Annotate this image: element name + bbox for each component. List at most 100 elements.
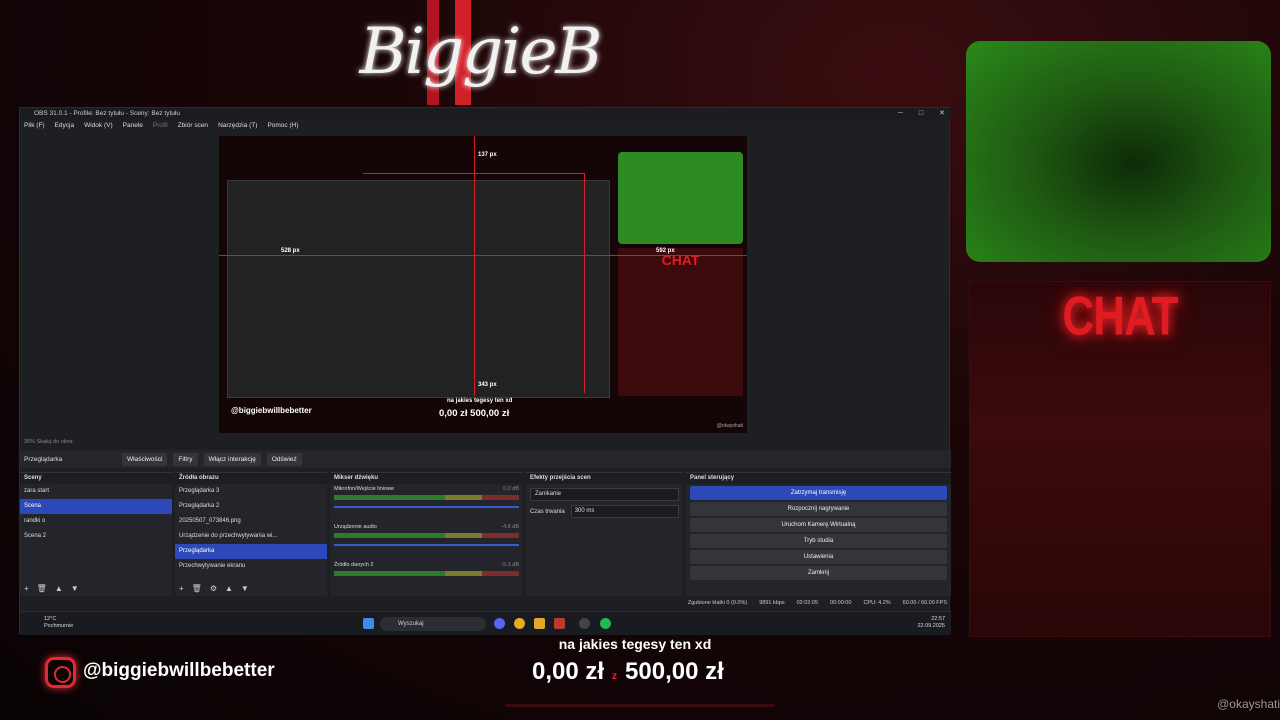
- preview-goal-title: na jakies tegesy ten xd: [447, 398, 513, 404]
- add-icon[interactable]: +: [24, 584, 29, 593]
- scale-selector[interactable]: 36% Skaluj do okna: [24, 439, 73, 445]
- sources-dock: Źródła obrazu Przeglądarka 3 Przeglądark…: [175, 472, 327, 596]
- weather-desc: Pochmurnie: [44, 623, 74, 629]
- fps-counter: 60.00 / 60.00 FPS: [902, 600, 947, 606]
- stop-stream-button[interactable]: Zatrzymaj transmisję: [690, 486, 947, 500]
- channel-name: Urządzenie audio: [334, 524, 377, 530]
- clock-time: 22:57: [931, 616, 945, 622]
- goal-current: 0,00 zł: [532, 658, 605, 685]
- source-toolbar: Przeglądarka Właściwości Filtry Włącz in…: [20, 450, 951, 468]
- channel-name: Mikrofon/Wejście liniowe: [334, 486, 395, 492]
- weather-widget[interactable]: 12°C Pochmurnie: [30, 616, 73, 630]
- source-item[interactable]: Urządzenie do przechwytywania wi...: [175, 529, 327, 544]
- trash-icon[interactable]: 🗑: [192, 584, 202, 593]
- volume-slider[interactable]: [334, 544, 519, 546]
- dropped-frames: Zgubione klatki 0 (0.0%): [687, 600, 748, 606]
- up-icon[interactable]: ▲: [225, 584, 233, 593]
- folder-icon[interactable]: [534, 618, 545, 629]
- mixer-channel: Urządzenie audio -4.8 dB: [330, 522, 523, 560]
- properties-button[interactable]: Właściwości: [122, 452, 168, 466]
- up-icon[interactable]: ▲: [55, 584, 63, 593]
- volume-meter: [334, 533, 519, 538]
- menu-help[interactable]: Pomoc (H): [267, 120, 298, 132]
- source-item[interactable]: Przeglądarka 3: [175, 484, 327, 499]
- obs-titlebar: OBS 31.0.1 - Profile: Bez tytułu - Sceny…: [20, 108, 951, 120]
- channel-db: -5.3 dB: [501, 562, 519, 568]
- minimize-icon[interactable]: ─: [898, 108, 903, 120]
- menu-scene-collection[interactable]: Zbiór scen: [178, 120, 208, 132]
- trash-icon[interactable]: 🗑: [37, 584, 47, 593]
- preview-watermark: @okayshati: [716, 423, 743, 429]
- obs-window: OBS 31.0.1 - Profile: Bez tytułu - Sceny…: [19, 107, 951, 635]
- mixer-dock: Mikser dźwięku Mikrofon/Wejście liniowe …: [330, 472, 523, 596]
- maximize-icon[interactable]: □: [919, 108, 923, 120]
- transitions-header: Efekty przejścia scen: [526, 473, 683, 484]
- goal-progress: [505, 704, 775, 707]
- source-item[interactable]: 20250507_073846.png: [175, 514, 327, 529]
- taskbar-search[interactable]: Wyszukaj: [380, 617, 486, 631]
- sources-header: Źródła obrazu: [175, 473, 327, 484]
- close-icon[interactable]: ✕: [939, 108, 945, 120]
- start-recording-button[interactable]: Rozpocznij nagrywanie: [690, 502, 947, 516]
- menu-edit[interactable]: Edycja: [55, 120, 75, 132]
- status-bar: Zgubione klatki 0 (0.0%) 9891 kbps 02:02…: [20, 597, 951, 610]
- biggieb-logo: BiggieB: [359, 15, 603, 89]
- scene-item[interactable]: Scena 2: [20, 529, 172, 544]
- preview-goal: 0,00 zł 500,00 zł: [439, 408, 510, 419]
- preview-canvas[interactable]: CHAT 137 px 528 px 592 px 343 px @biggie…: [219, 136, 747, 433]
- menu-profile[interactable]: Profil: [153, 120, 168, 132]
- menu-docks[interactable]: Panele: [123, 120, 143, 132]
- source-item[interactable]: Przeglądarka: [175, 544, 327, 559]
- filters-button[interactable]: Filtry: [173, 452, 198, 466]
- donation-goal: 0,00 zł z 500,00 zł: [532, 658, 724, 686]
- guide-line: [219, 255, 747, 256]
- scene-item[interactable]: zara start: [20, 484, 172, 499]
- cpu-usage: CPU: 4.2%: [863, 600, 891, 606]
- interact-button[interactable]: Włącz interakcję: [203, 452, 261, 466]
- scene-item[interactable]: randki o: [20, 514, 172, 529]
- instagram-handle: @biggiebwillbebetter: [83, 660, 275, 681]
- controls-dock: Panel sterujący Zatrzymaj transmisję Roz…: [686, 472, 951, 596]
- preview-camera: [618, 152, 743, 244]
- transitions-dock: Efekty przejścia scen Zanikanie Czas trw…: [526, 472, 683, 596]
- instagram-icon: [45, 657, 76, 688]
- preview-handle: @biggiebwillbebetter: [231, 406, 312, 415]
- spotify-icon[interactable]: [600, 618, 611, 629]
- mixer-channel: Źródło danych 2 -5.3 dB: [330, 560, 523, 598]
- studio-mode-button[interactable]: Tryb studia: [690, 534, 947, 548]
- source-item[interactable]: Przeglądarka 2: [175, 499, 327, 514]
- menu-tools[interactable]: Narzędzia (T): [218, 120, 257, 132]
- add-icon[interactable]: +: [179, 584, 184, 593]
- down-icon[interactable]: ▼: [241, 584, 249, 593]
- gear-icon[interactable]: ⚙: [210, 584, 217, 593]
- taskbar-clock[interactable]: 22:57 22.09.2025: [917, 616, 945, 630]
- goal-title: na jakies tegesy ten xd: [558, 636, 712, 652]
- transition-select[interactable]: Zanikanie: [530, 488, 679, 501]
- volume-meter: [334, 495, 519, 500]
- scene-item[interactable]: Scena: [20, 499, 172, 514]
- channel-name: Źródło danych 2: [334, 562, 374, 568]
- volume-slider[interactable]: [334, 506, 519, 508]
- virtual-camera-button[interactable]: Uruchom Kamerę Wirtualną: [690, 518, 947, 532]
- down-icon[interactable]: ▼: [71, 584, 79, 593]
- discord-icon[interactable]: [494, 618, 505, 629]
- settings-button[interactable]: Ustawienia: [690, 550, 947, 564]
- menu-view[interactable]: Widok (V): [84, 120, 113, 132]
- webcam-feed: [966, 41, 1271, 262]
- exit-button[interactable]: Zamknij: [690, 566, 947, 580]
- duration-input[interactable]: 300 ms: [570, 505, 679, 518]
- app-icon[interactable]: [554, 618, 565, 629]
- guide-label: 592 px: [656, 248, 675, 254]
- obs-icon[interactable]: [579, 618, 590, 629]
- guide-label: 343 px: [478, 382, 497, 388]
- goal-separator: z: [612, 671, 618, 682]
- window-title: OBS 31.0.1 - Profile: Bez tytułu - Sceny…: [34, 110, 180, 117]
- refresh-button[interactable]: Odśwież: [266, 452, 302, 466]
- controls-header: Panel sterujący: [686, 473, 951, 484]
- menu-file[interactable]: Plik (F): [24, 120, 45, 132]
- source-item[interactable]: Przechwytywanie ekranu: [175, 559, 327, 574]
- chrome-icon[interactable]: [514, 618, 525, 629]
- start-icon[interactable]: [363, 618, 374, 629]
- duration-label: Czas trwania: [530, 508, 565, 515]
- watermark: @okayshati: [1217, 697, 1280, 711]
